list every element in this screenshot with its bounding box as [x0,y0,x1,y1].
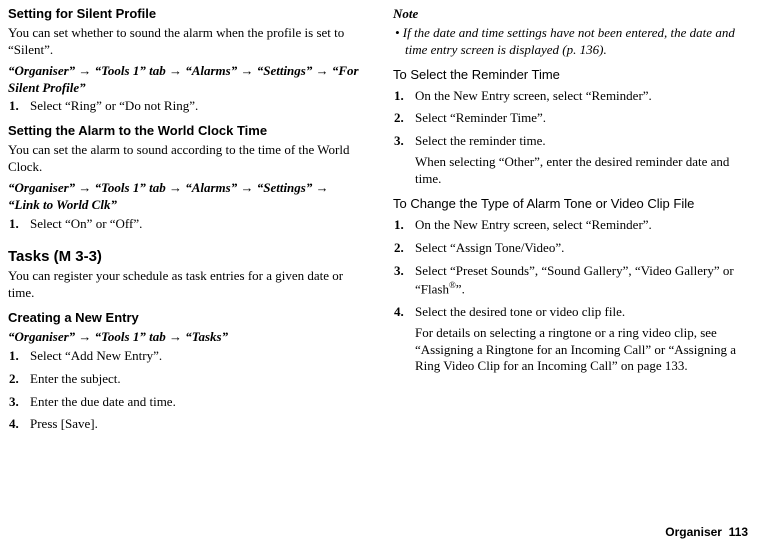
nav-path-tasks: “Organiser” → “Tools 1” tab → “Tasks” [8,329,363,346]
body-world-clock: You can set the alarm to sound according… [8,142,363,176]
nav-path-silent: “Organiser” → “Tools 1” tab → “Alarms” →… [8,63,363,97]
step: Enter the due date and time. [22,394,363,411]
step-detail: When selecting “Other”, enter the desire… [415,154,748,188]
step: On the New Entry screen, select “Reminde… [407,88,748,105]
step-text: Select the reminder time. [415,133,546,148]
heading-silent-profile: Setting for Silent Profile [8,6,363,23]
step: Enter the subject. [22,371,363,388]
step: Select the desired tone or video clip fi… [407,304,748,376]
note-label: Note [393,6,748,23]
heading-create-entry: Creating a New Entry [8,310,363,327]
footer-page-number: 113 [729,525,748,539]
heading-world-clock: Setting the Alarm to the World Clock Tim… [8,123,363,140]
step: Select “Add New Entry”. [22,348,363,365]
step-text-b: ”. [456,281,465,296]
step: Select “Preset Sounds”, “Sound Gallery”,… [407,263,748,298]
step: On the New Entry screen, select “Reminde… [407,217,748,234]
step: Press [Save]. [22,416,363,433]
step: Select “Assign Tone/Video”. [407,240,748,257]
step: Select the reminder time. When selecting… [407,133,748,188]
step-detail: For details on selecting a ringtone or a… [415,325,748,376]
step: Select “Ring” or “Do not Ring”. [22,98,363,115]
step: Select “On” or “Off”. [22,216,363,233]
page-footer: Organiser 113 [665,525,748,541]
left-column: Setting for Silent Profile You can set w… [8,6,363,441]
right-column: Note • If the date and time settings hav… [393,6,748,441]
note-item: • If the date and time settings have not… [393,25,748,59]
heading-reminder-time: To Select the Reminder Time [393,67,748,84]
heading-tasks: Tasks (M 3-3) [8,247,363,267]
step: Select “Reminder Time”. [407,110,748,127]
body-tasks: You can register your schedule as task e… [8,268,363,302]
steps-reminder: On the New Entry screen, select “Reminde… [393,88,748,188]
step-text: Select the desired tone or video clip fi… [415,304,625,319]
steps-silent: Select “Ring” or “Do not Ring”. [8,98,363,115]
steps-alarm-tone: On the New Entry screen, select “Reminde… [393,217,748,375]
nav-path-world-clock: “Organiser” → “Tools 1” tab → “Alarms” →… [8,180,363,214]
footer-label: Organiser [665,525,722,539]
steps-create-entry: Select “Add New Entry”. Enter the subjec… [8,348,363,434]
heading-alarm-tone: To Change the Type of Alarm Tone or Vide… [393,196,748,213]
registered-mark: ® [449,280,456,290]
steps-world-clock: Select “On” or “Off”. [8,216,363,233]
body-silent-profile: You can set whether to sound the alarm w… [8,25,363,59]
